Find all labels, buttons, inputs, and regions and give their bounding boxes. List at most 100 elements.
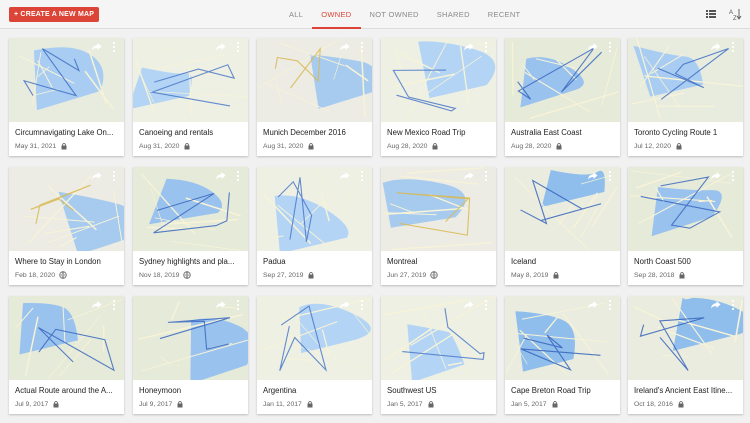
share-icon[interactable]	[463, 300, 474, 310]
map-thumbnail[interactable]	[628, 296, 743, 380]
share-icon[interactable]	[215, 300, 226, 310]
more-vert-icon[interactable]	[483, 299, 489, 311]
map-thumbnail[interactable]	[628, 167, 743, 251]
map-card[interactable]: Padua Sep 27, 2019	[257, 167, 372, 285]
map-title: Munich December 2016	[263, 128, 346, 137]
map-card[interactable]: Canoeing and rentals Aug 31, 2020	[133, 38, 248, 156]
share-icon[interactable]	[587, 300, 598, 310]
share-icon[interactable]	[91, 42, 102, 52]
share-icon[interactable]	[339, 42, 350, 52]
map-card[interactable]: Iceland May 8, 2019	[505, 167, 620, 285]
map-card[interactable]: Ireland's Ancient East Itine... Oct 18, …	[628, 296, 743, 414]
lock-icon	[308, 272, 314, 279]
create-new-map-button[interactable]: + CREATE A NEW MAP	[9, 7, 100, 22]
map-thumbnail[interactable]	[133, 38, 248, 122]
map-title: Iceland	[511, 257, 537, 266]
map-card[interactable]: Munich December 2016 Aug 31, 2020	[257, 38, 372, 156]
globe-icon	[430, 271, 439, 279]
more-vert-icon[interactable]	[111, 170, 117, 182]
more-vert-icon[interactable]	[483, 170, 489, 182]
share-icon[interactable]	[91, 171, 102, 181]
map-thumbnail[interactable]	[505, 38, 620, 122]
more-vert-icon[interactable]	[235, 299, 241, 311]
map-date: Jan 5, 2017	[387, 400, 423, 408]
map-meta: Jan 5, 2017	[387, 400, 435, 408]
map-card[interactable]: Honeymoon Jul 9, 2017	[133, 296, 248, 414]
tab-all[interactable]: ALL	[280, 0, 312, 29]
more-vert-icon[interactable]	[730, 170, 736, 182]
map-card[interactable]: Australia East Coast Aug 28, 2020	[505, 38, 620, 156]
more-vert-icon[interactable]	[730, 41, 736, 53]
sort-az-icon[interactable]: A Z	[728, 7, 742, 21]
lock-icon	[556, 143, 562, 150]
map-card[interactable]: Montreal Jun 27, 2019	[381, 167, 496, 285]
more-vert-icon[interactable]	[359, 299, 365, 311]
lock-icon	[184, 143, 190, 150]
map-title: Toronto Cycling Route 1	[634, 128, 718, 137]
map-card[interactable]: Southwest US Jan 5, 2017	[381, 296, 496, 414]
share-icon[interactable]	[587, 171, 598, 181]
map-thumbnail[interactable]	[505, 296, 620, 380]
list-view-icon[interactable]	[704, 7, 718, 21]
map-date: Aug 31, 2020	[139, 142, 180, 150]
map-card[interactable]: New Mexico Road Trip Aug 28, 2020	[381, 38, 496, 156]
map-date: Jul 9, 2017	[15, 400, 49, 408]
map-title: Ireland's Ancient East Itine...	[634, 386, 733, 395]
tab-shared[interactable]: SHARED	[428, 0, 479, 29]
map-thumbnail[interactable]	[381, 38, 496, 122]
lock-icon	[678, 401, 684, 408]
more-vert-icon[interactable]	[607, 299, 613, 311]
more-vert-icon[interactable]	[359, 170, 365, 182]
map-thumbnail[interactable]	[9, 38, 124, 122]
map-title: North Coast 500	[634, 257, 691, 266]
share-icon[interactable]	[710, 42, 721, 52]
map-thumbnail[interactable]	[381, 296, 496, 380]
map-thumbnail[interactable]	[257, 296, 372, 380]
more-vert-icon[interactable]	[235, 170, 241, 182]
map-thumbnail[interactable]	[133, 296, 248, 380]
map-card[interactable]: Where to Stay in London Feb 18, 2020	[9, 167, 124, 285]
share-icon[interactable]	[710, 171, 721, 181]
more-vert-icon[interactable]	[235, 41, 241, 53]
more-vert-icon[interactable]	[483, 41, 489, 53]
more-vert-icon[interactable]	[111, 299, 117, 311]
share-icon[interactable]	[463, 42, 474, 52]
map-thumbnail[interactable]	[257, 167, 372, 251]
share-icon[interactable]	[215, 42, 226, 52]
more-vert-icon[interactable]	[111, 41, 117, 53]
tab-not-owned[interactable]: NOT OWNED	[361, 0, 428, 29]
share-icon[interactable]	[463, 171, 474, 181]
share-icon[interactable]	[587, 42, 598, 52]
share-icon[interactable]	[339, 171, 350, 181]
map-thumbnail[interactable]	[628, 38, 743, 122]
map-thumbnail[interactable]	[505, 167, 620, 251]
map-card[interactable]: Sydney highlights and pla... Nov 18, 201…	[133, 167, 248, 285]
map-date: Nov 18, 2019	[139, 271, 180, 279]
map-date: Jan 5, 2017	[511, 400, 547, 408]
map-thumbnail[interactable]	[381, 167, 496, 251]
map-card[interactable]: North Coast 500 Sep 28, 2018	[628, 167, 743, 285]
map-meta: Jul 9, 2017	[139, 400, 184, 408]
map-card[interactable]: Toronto Cycling Route 1 Jul 12, 2020	[628, 38, 743, 156]
more-vert-icon[interactable]	[359, 41, 365, 53]
tab-owned[interactable]: OWNED	[312, 0, 361, 29]
lock-icon	[428, 401, 434, 408]
map-meta: Jun 27, 2019	[387, 271, 439, 279]
map-card[interactable]: Argentina Jan 11, 2017	[257, 296, 372, 414]
share-icon[interactable]	[91, 300, 102, 310]
more-vert-icon[interactable]	[607, 170, 613, 182]
more-vert-icon[interactable]	[607, 41, 613, 53]
map-thumbnail[interactable]	[257, 38, 372, 122]
share-icon[interactable]	[710, 300, 721, 310]
share-icon[interactable]	[339, 300, 350, 310]
tab-recent[interactable]: RECENT	[479, 0, 530, 29]
map-thumbnail[interactable]	[133, 167, 248, 251]
map-card[interactable]: Cape Breton Road Trip Jan 5, 2017	[505, 296, 620, 414]
map-thumbnail[interactable]	[9, 296, 124, 380]
map-card[interactable]: Circumnavigating Lake On... May 31, 2021	[9, 38, 124, 156]
map-thumbnail[interactable]	[9, 167, 124, 251]
more-vert-icon[interactable]	[730, 299, 736, 311]
map-title: Circumnavigating Lake On...	[15, 128, 114, 137]
share-icon[interactable]	[215, 171, 226, 181]
map-card[interactable]: Actual Route around the A... Jul 9, 2017	[9, 296, 124, 414]
